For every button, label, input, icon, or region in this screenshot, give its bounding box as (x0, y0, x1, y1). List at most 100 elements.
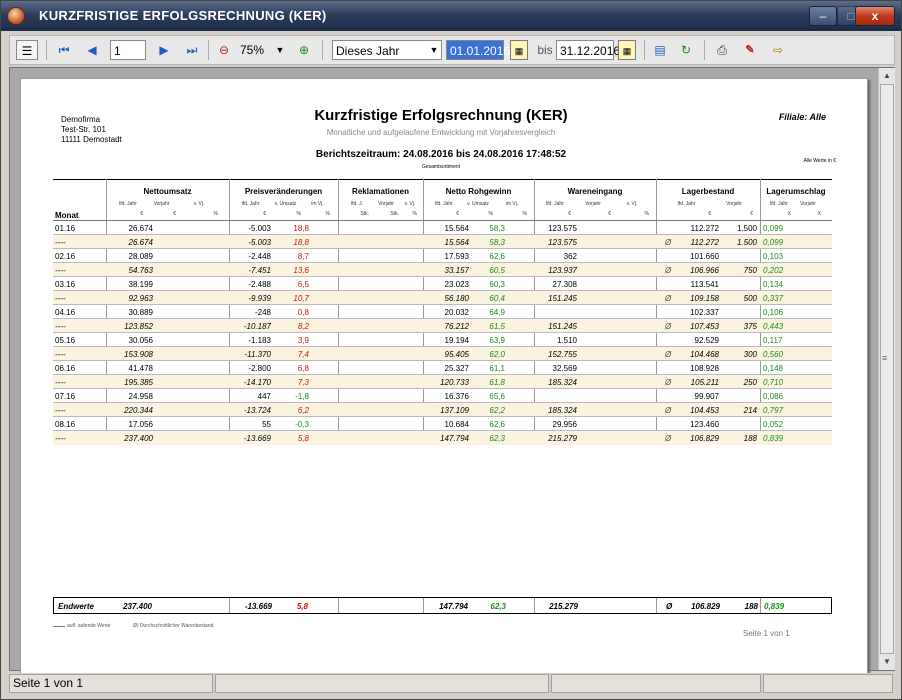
cell-lu: 0,202 (763, 266, 784, 275)
cell-lu: 0,443 (763, 322, 784, 331)
cell-lb: 112.272 (690, 238, 719, 247)
cell-pv: -7.451 (248, 266, 271, 275)
cell-nrp: 65,6 (489, 392, 505, 401)
vertical-scrollbar[interactable]: ▲ ≡ ▼ (878, 68, 895, 670)
month-row: 07.16 24.958 447 -1,8 16.376 65,6 99.907 0,086 (53, 389, 832, 403)
cell-pv: -5.003 (248, 238, 271, 247)
zoom-value[interactable]: 75% (240, 40, 278, 60)
cell-m: ---- (55, 406, 66, 415)
cell-nrp: 61,1 (489, 364, 505, 373)
status-panel-4 (763, 674, 893, 693)
refresh-icon[interactable]: ↻ (676, 40, 696, 60)
all-values-note: Alle Werte in € (803, 158, 836, 164)
cell-nr: 76.212 (444, 322, 469, 331)
end-row-divider (229, 598, 230, 613)
report-period: Berichtszeitraum: 24.08.2016 bis 24.08.2… (315, 149, 567, 160)
cell-lb: 104.453 (690, 406, 719, 415)
cell-nr: 23.023 (444, 280, 469, 289)
previous-page-icon[interactable]: ◀ (82, 40, 102, 60)
calendar-to-icon[interactable]: ▦ (618, 40, 636, 60)
scroll-thumb[interactable] (880, 84, 894, 654)
cell-pvp: -0,3 (295, 420, 309, 429)
page-number-input[interactable]: 1 (110, 40, 146, 60)
column-subheader: Vorjahr (800, 201, 816, 207)
cell-pv: -10.187 (243, 322, 271, 331)
cell-nu: 26.674 (128, 224, 153, 233)
toolbar-separator (46, 40, 47, 60)
column-group-header: Lagerbestand (681, 187, 735, 196)
column-unit: % (213, 211, 218, 217)
cell-lb: 123.460 (690, 420, 719, 429)
cell-lu: 0,052 (763, 420, 784, 429)
minimize-button[interactable]: – (809, 6, 837, 26)
document-viewer[interactable]: Demofirma Test-Str. 101 11111 Demostadt … (9, 67, 895, 674)
column-unit: X (817, 211, 821, 217)
cell-m: 08.16 (55, 420, 76, 429)
legend-average: Ø) Durchschnittlicher Warenbestand (133, 623, 214, 629)
cell-lb: 106.966 (690, 266, 719, 275)
cell-lb: 99.907 (694, 392, 719, 401)
cell-pv: -13.669 (243, 434, 271, 443)
cell-lb: 102.337 (690, 308, 719, 317)
column-unit: Stk. (360, 211, 369, 217)
zoom-in-icon[interactable]: ⊕ (294, 40, 314, 60)
cell-pvp: 3,9 (297, 336, 309, 345)
zoom-dropdown-icon[interactable]: ▼ (274, 40, 286, 60)
period-dropdown-icon[interactable]: ▼ (428, 40, 440, 60)
column-subheader: lfd. Jahr (241, 201, 260, 207)
end-values-row: Endwerte 237.400 -13.669 5,8 147.794 62,3 215.… (53, 597, 832, 614)
cell-m: 02.16 (55, 252, 76, 261)
branch-label: Filiale: Alle (778, 112, 826, 122)
date-to-input[interactable]: 31.12.2016 (556, 40, 620, 60)
title-bar: KURZFRISTIGE ERFOLGSRECHNUNG (KER) – □ x (1, 1, 901, 31)
period-select[interactable]: Dieses Jahr (332, 40, 442, 60)
cell-dia: Ø (665, 238, 672, 247)
next-page-icon[interactable]: ▶ (154, 40, 174, 60)
cell-lbv: 750 (743, 266, 757, 275)
cell-m: 05.16 (55, 336, 76, 345)
cell-lu: 0,710 (763, 378, 784, 387)
cell-lu: 0,337 (763, 294, 784, 303)
cell-we: 215.279 (548, 434, 577, 443)
cell-pv: -11.370 (244, 350, 271, 359)
filter-icon[interactable]: ▤ (650, 40, 670, 60)
cell-pv: -2.488 (248, 280, 271, 289)
cell-we: 151.245 (548, 294, 577, 303)
calendar-from-icon[interactable]: ▦ (510, 40, 528, 60)
toggle-outline-icon[interactable]: ☰ (16, 40, 38, 60)
close-button[interactable]: x (855, 6, 895, 26)
column-group-header: Lagerumschlag (766, 187, 826, 196)
cell-pvp: 13,6 (293, 266, 309, 275)
cell-nr: 19.194 (444, 336, 469, 345)
column-subheader: Vorjahr (153, 201, 170, 207)
cumulative-row: ---- 92.963 -9.939 10,7 56.180 60,4 151.245 Ø 10… (53, 291, 832, 305)
company-street: Test-Str. 101 (61, 125, 106, 134)
cell-lb: 108.928 (690, 364, 719, 373)
column-unit: € (608, 211, 611, 217)
cell-nr: 137.109 (440, 406, 469, 415)
cell-lb: 109.158 (690, 294, 719, 303)
scroll-down-icon[interactable]: ▼ (879, 654, 895, 670)
cell-we: 123.575 (548, 238, 577, 247)
print-icon[interactable]: ⎙ (712, 40, 732, 60)
cell-pv: -5.003 (248, 224, 271, 233)
column-subheader: lfd. Jahr (435, 201, 453, 207)
date-from-input[interactable]: 01.01.2016 (446, 40, 510, 60)
export-icon[interactable]: ⇨ (768, 40, 788, 60)
column-group-header: Reklamationen (352, 187, 409, 196)
first-page-icon[interactable]: ⏮ (54, 40, 74, 60)
pdf-export-icon[interactable]: ✎ (740, 40, 760, 60)
scroll-up-icon[interactable]: ▲ (879, 68, 895, 84)
cell-nrp: 62,6 (489, 420, 505, 429)
month-header: Monat (55, 211, 79, 220)
end-cell-nu: 237.400 (123, 602, 152, 611)
cell-pv: -2.448 (248, 252, 271, 261)
last-page-icon[interactable]: ⏭ (182, 40, 202, 60)
report-page: Demofirma Test-Str. 101 11111 Demostadt … (20, 78, 868, 674)
column-unit: % (325, 211, 330, 217)
cell-pvp: 18,8 (293, 238, 309, 247)
zoom-out-icon[interactable]: ⊖ (214, 40, 234, 60)
column-unit: % (412, 211, 417, 217)
cell-lbv: 1.500 (736, 238, 757, 247)
cell-nr: 10.684 (444, 420, 469, 429)
